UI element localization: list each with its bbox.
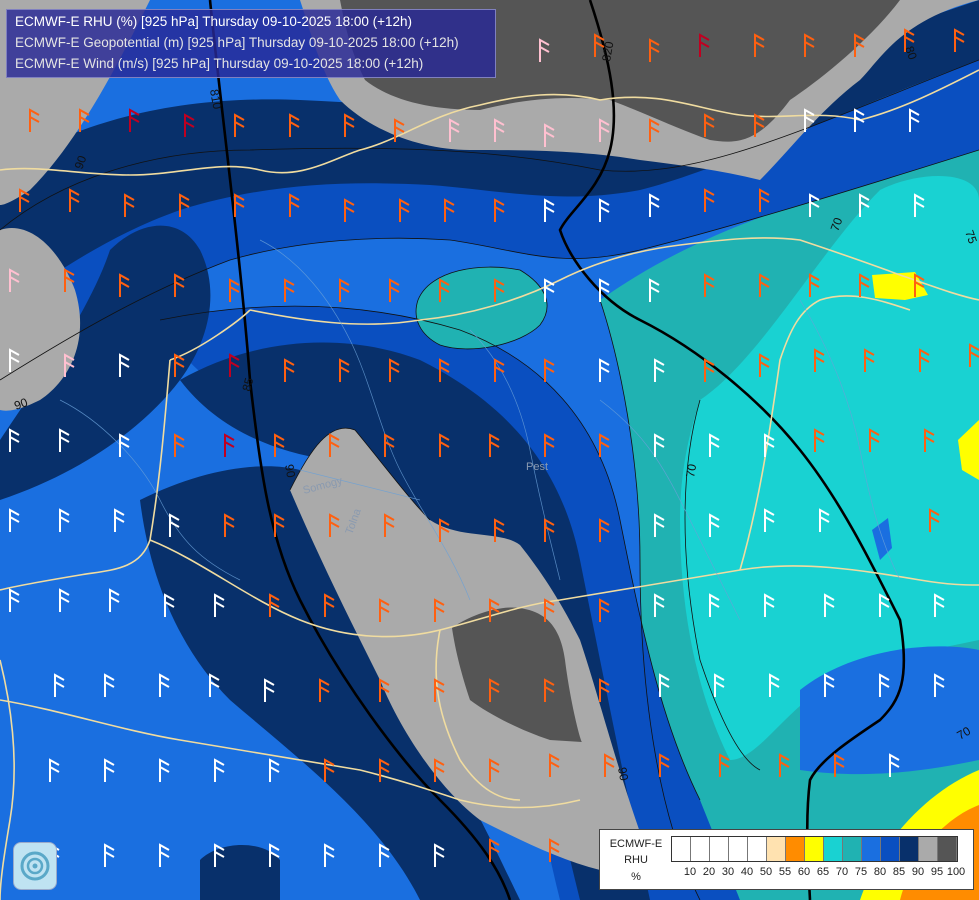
legend-swatch xyxy=(938,837,957,861)
place-label-pest: Pest xyxy=(526,461,548,473)
legend-title: ECMWF-E xyxy=(609,838,663,850)
rhu-label-90-d: 90 xyxy=(615,766,631,782)
legend-tick-label: 90 xyxy=(911,866,925,878)
weather-map: 820 810 90 90 90 90 85 70 70 70 75 80 So… xyxy=(0,0,979,900)
legend-swatch xyxy=(805,837,824,861)
legend-ticks: 10 20 30 40 50 55 60 65 70 75 80 85 90 95 100 xyxy=(671,866,971,880)
rhu-90-bottom-blob xyxy=(200,845,280,900)
legend-tick-label: 10 xyxy=(683,866,697,878)
rhu-label-90-c: 90 xyxy=(282,463,298,479)
legend-tick-label: 85 xyxy=(892,866,906,878)
legend-tick-label: 55 xyxy=(778,866,792,878)
legend-swatch xyxy=(672,837,691,861)
legend-tick-label: 50 xyxy=(759,866,773,878)
legend-swatch xyxy=(691,837,710,861)
legend-unit: % xyxy=(631,871,641,883)
legend-swatch xyxy=(786,837,805,861)
legend-variable: RHU xyxy=(624,854,648,866)
rhu-label-70-b: 70 xyxy=(683,463,699,479)
legend-tick-label: 75 xyxy=(854,866,868,878)
legend-tick-label: 65 xyxy=(816,866,830,878)
title-wind: ECMWF-E Wind (m/s) [925 hPa] Thursday 09… xyxy=(15,56,424,71)
legend-tick-label: 70 xyxy=(835,866,849,878)
legend-tick-label: 30 xyxy=(721,866,735,878)
legend-swatch xyxy=(843,837,862,861)
legend-swatch xyxy=(767,837,786,861)
legend-swatch xyxy=(900,837,919,861)
legend-tick-label: 95 xyxy=(930,866,944,878)
ecmwf-logo-icon xyxy=(13,842,57,890)
legend-swatch xyxy=(881,837,900,861)
legend-swatch xyxy=(710,837,729,861)
legend-colorbar xyxy=(671,836,958,862)
legend-swatch xyxy=(748,837,767,861)
legend-swatch xyxy=(862,837,881,861)
legend: ECMWF-E RHU % 10 20 30 40 50 55 60 65 70 75 80 85 90… xyxy=(599,829,974,890)
legend-tick-label: 40 xyxy=(740,866,754,878)
legend-swatch xyxy=(919,837,938,861)
legend-tick-label: 80 xyxy=(873,866,887,878)
title-rhu: ECMWF-E RHU (%) [925 hPa] Thursday 09-10… xyxy=(15,14,413,29)
legend-tick-label: 100 xyxy=(946,866,966,878)
title-box: ECMWF-E RHU (%) [925 hPa] Thursday 09-10… xyxy=(6,9,496,78)
title-geopotential: ECMWF-E Geopotential (m) [925 hPa] Thurs… xyxy=(15,35,459,50)
legend-swatch xyxy=(824,837,843,861)
legend-tick-label: 60 xyxy=(797,866,811,878)
legend-swatch xyxy=(729,837,748,861)
legend-tick-label: 20 xyxy=(702,866,716,878)
